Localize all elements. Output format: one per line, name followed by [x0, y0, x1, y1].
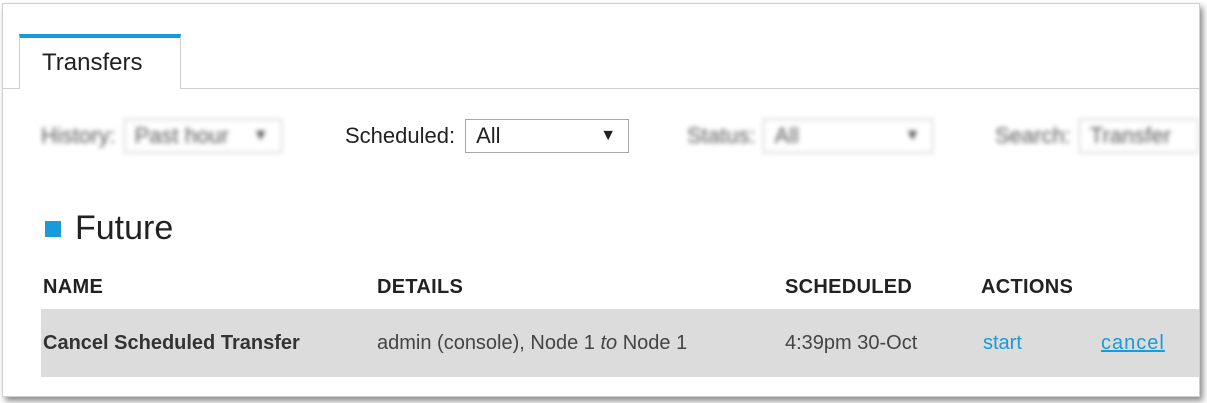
scheduled-value: All [476, 123, 501, 148]
history-select[interactable]: Past hour ▼ [123, 119, 282, 153]
tab-bar: Transfers [3, 4, 1199, 89]
cancel-link[interactable]: cancel [1101, 332, 1165, 355]
chevron-down-icon: ▼ [600, 127, 617, 144]
search-filter: Search: Transfer [995, 116, 1199, 156]
history-label: History: [41, 123, 116, 148]
column-header-actions: ACTIONS [981, 276, 1074, 298]
status-value: All [774, 123, 799, 148]
transfer-scheduled-time: 4:39pm 30-Oct [785, 332, 918, 354]
tab-underline-cover [20, 87, 180, 90]
scheduled-select[interactable]: All ▼ [465, 119, 630, 153]
details-destination: Node 1 [617, 332, 688, 354]
history-value: Past hour [134, 123, 229, 148]
scheduled-label: Scheduled: [345, 123, 456, 148]
transfers-panel: Transfers History: Past hour ▼ Scheduled… [2, 3, 1200, 397]
search-value: Transfer [1089, 123, 1171, 148]
column-header-details: DETAILS [377, 276, 464, 298]
status-select[interactable]: All ▼ [763, 119, 934, 153]
history-filter: History: Past hour ▼ [41, 116, 282, 156]
filter-bar: History: Past hour ▼ Scheduled: All ▼ St… [3, 116, 1199, 156]
section-title: Future [75, 209, 174, 247]
start-link[interactable]: start [983, 332, 1022, 355]
chevron-down-icon: ▼ [252, 127, 269, 144]
chevron-down-icon: ▼ [904, 127, 921, 144]
status-filter: Status: All ▼ [687, 116, 934, 156]
scheduled-filter: Scheduled: All ▼ [345, 116, 630, 156]
details-to-word: to [600, 332, 618, 354]
details-from: admin (console), Node 1 [377, 332, 601, 354]
section-marker-icon [45, 220, 61, 237]
tab-transfers[interactable]: Transfers [19, 34, 181, 88]
transfer-details: admin (console), Node 1 to Node 1 [377, 332, 687, 355]
search-label: Search: [995, 123, 1071, 148]
status-label: Status: [687, 123, 756, 148]
section-heading: Future [45, 209, 173, 248]
search-input[interactable]: Transfer [1078, 119, 1199, 153]
column-header-scheduled: SCHEDULED [785, 276, 913, 298]
column-header-name: NAME [43, 276, 104, 298]
transfer-name: Cancel Scheduled Transfer [43, 332, 300, 354]
tab-label: Transfers [42, 49, 143, 76]
